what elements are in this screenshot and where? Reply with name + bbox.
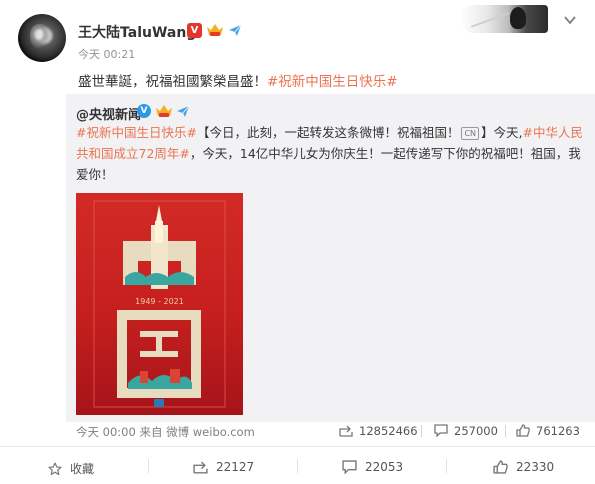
comment-count: 22053 (365, 460, 404, 474)
repost-likes-stat[interactable]: 761263 (516, 424, 580, 438)
repost-likes-count: 761263 (536, 424, 580, 438)
chevron-down-icon[interactable] (562, 12, 578, 28)
paper-plane-icon (229, 24, 242, 36)
repost-arrow-icon (193, 461, 208, 474)
comment-button[interactable]: 22053 (342, 460, 404, 475)
post-text-body: 盛世華誕，祝福祖國繁榮昌盛！ (78, 74, 267, 90)
verified-v-icon: V (187, 23, 202, 38)
thumbs-up-icon (493, 460, 508, 474)
user-avatar[interactable] (18, 14, 66, 62)
post-hashtag-link[interactable]: #祝新中国生日快乐# (267, 74, 398, 90)
star-icon (48, 462, 62, 476)
divider (505, 425, 506, 437)
divider (421, 425, 422, 437)
poster-image[interactable]: 1949 - 2021 (76, 193, 243, 415)
thumbs-up-icon (516, 424, 530, 437)
repost-time[interactable]: 今天 00:00 (76, 425, 136, 439)
repost-button[interactable]: 22127 (193, 460, 254, 474)
profile-cover-photo (460, 5, 548, 33)
crown-vip-icon[interactable] (155, 103, 173, 119)
comment-bubble-icon (342, 460, 357, 475)
divider (148, 459, 149, 473)
repost-text-part: 】今天, (481, 125, 523, 140)
repost-text-part: 【今日，此刻，一起转发这条微博！祝福祖国！ (196, 125, 460, 140)
repost-hashtag-link[interactable]: #祝新中国生日快乐# (76, 125, 197, 140)
repost-arrow-icon (339, 425, 353, 437)
favorite-label: 收藏 (70, 462, 95, 476)
repost-source-meta: 今天 00:00 来自 微博 weibo.com (76, 424, 255, 440)
verified-v-icon: V (137, 104, 151, 118)
repost-comments-count: 257000 (454, 424, 498, 438)
post-time[interactable]: 今天 00:21 (78, 46, 135, 62)
repost-count: 22127 (216, 460, 255, 474)
poster-years: 1949 - 2021 (135, 297, 184, 306)
post-username[interactable]: 王大陆TaluWang (78, 22, 196, 42)
comment-bubble-icon (434, 424, 448, 438)
source-prefix: 来自 (139, 425, 163, 439)
like-button[interactable]: 22330 (493, 460, 554, 474)
divider (297, 459, 298, 473)
like-count: 22330 (516, 460, 555, 474)
repost-text: #祝新中国生日快乐#【今日，此刻，一起转发这条微博！祝福祖国！ CN 】今天,#中华… (76, 122, 586, 185)
repost-reposts-count: 12852466 (359, 424, 418, 438)
favorite-button[interactable]: 收藏 (48, 460, 94, 477)
crown-vip-icon[interactable] (206, 22, 224, 38)
source-link[interactable]: 微博 weibo.com (166, 425, 255, 439)
paper-plane-icon (177, 105, 190, 117)
repost-reposts-stat[interactable]: 12852466 (339, 424, 418, 438)
divider (446, 459, 447, 473)
repost-comments-stat[interactable]: 257000 (434, 424, 498, 438)
cn-tag: CN (461, 127, 480, 140)
weibo-post-card: 王大陆TaluWang V 今天 00:21 盛世華誕，祝福祖國繁榮昌盛！#祝新… (0, 0, 595, 484)
repost-username[interactable]: @央视新闻 (76, 104, 141, 123)
post-text: 盛世華誕，祝福祖國繁榮昌盛！#祝新中国生日快乐# (78, 70, 398, 90)
poster-graphic: 1949 - 2021 (93, 200, 226, 408)
